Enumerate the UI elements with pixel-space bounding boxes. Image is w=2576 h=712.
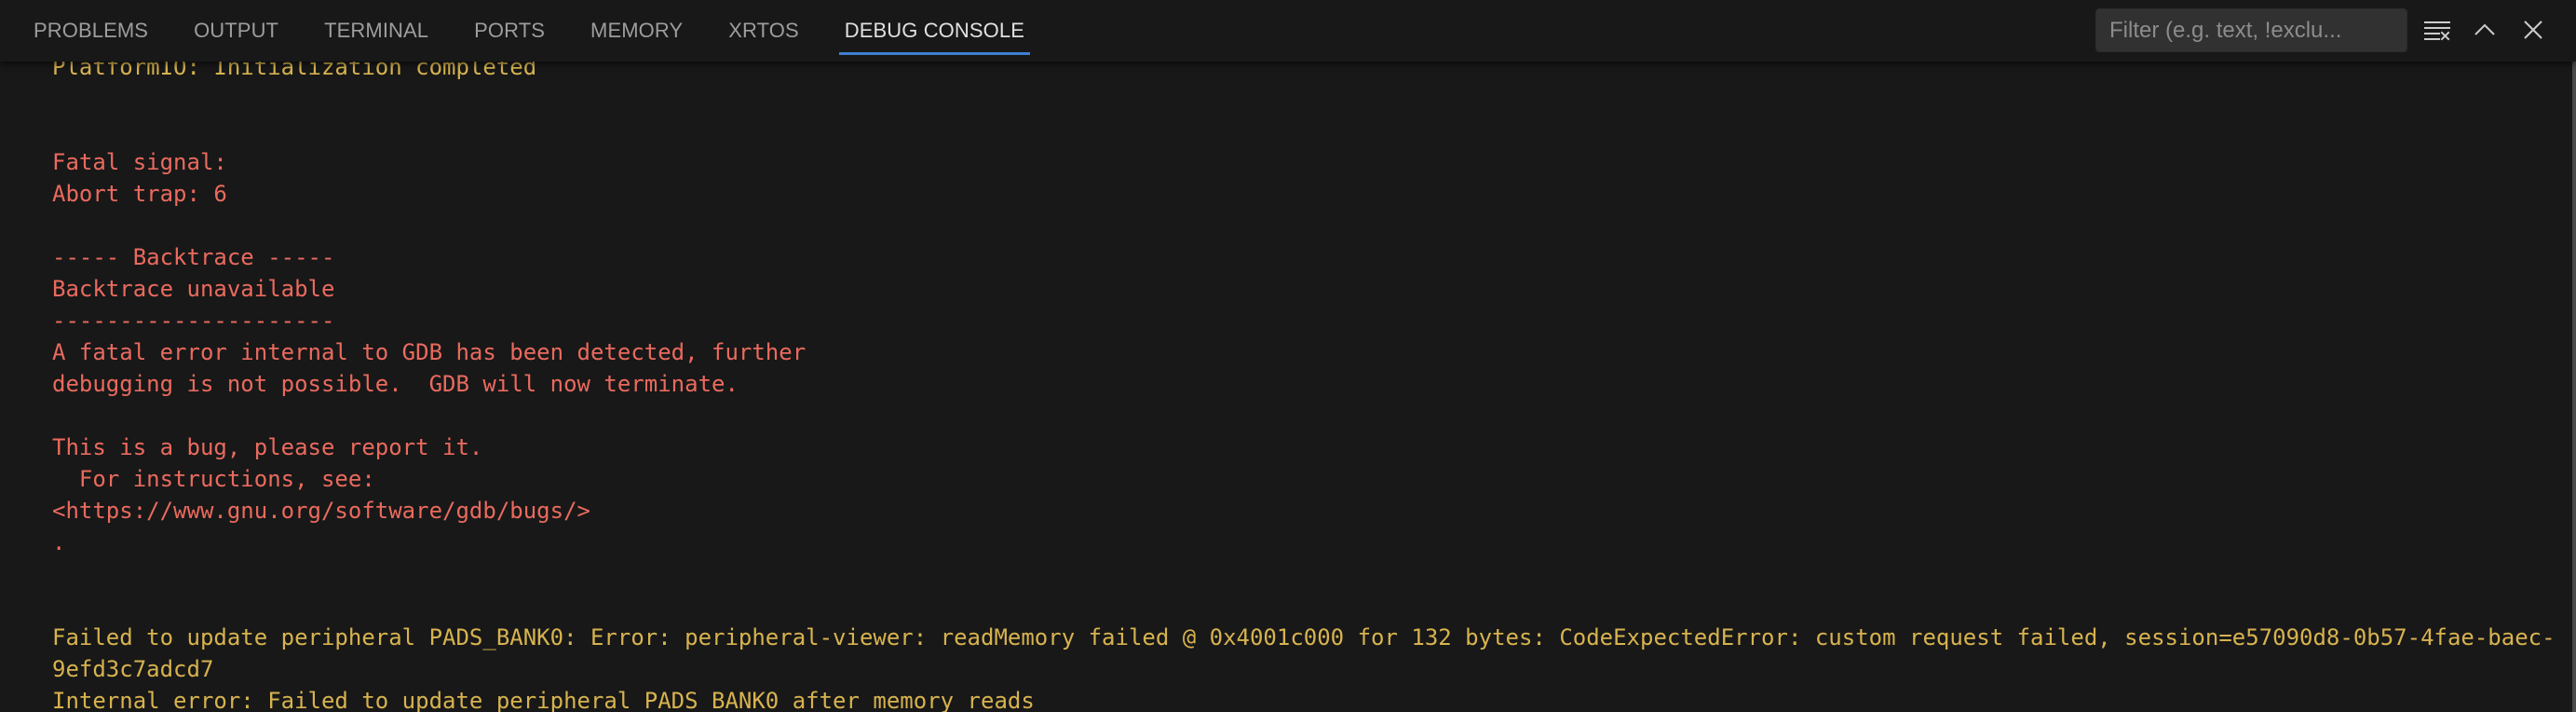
vertical-scrollbar[interactable] [2572, 62, 2576, 712]
tab-output[interactable]: OUTPUT [194, 0, 278, 62]
console-line: Abort trap: 6 [52, 181, 227, 207]
console-line: This is a bug, please report it. [52, 434, 483, 460]
console-line: debugging is not possible. GDB will now … [52, 371, 739, 397]
console-line: . [52, 529, 66, 555]
console-line: ----- Backtrace ----- [52, 244, 335, 270]
tab-ports[interactable]: PORTS [474, 0, 545, 62]
console-line: 9efd3c7adcd7 [52, 656, 214, 682]
console-line: Internal error: Failed to update periphe… [52, 688, 1035, 712]
console-line: Backtrace unavailable [52, 276, 335, 302]
console-line: For instructions, see: [52, 466, 375, 492]
debug-console-output[interactable]: PlatformIO: Initialization completed Fata… [0, 0, 2572, 712]
panel-header: PROBLEMS OUTPUT TERMINAL PORTS MEMORY XR… [0, 0, 2576, 62]
tab-memory[interactable]: MEMORY [590, 0, 683, 62]
tab-problems[interactable]: PROBLEMS [34, 0, 148, 62]
panel-tabs: PROBLEMS OUTPUT TERMINAL PORTS MEMORY XR… [34, 0, 1070, 62]
clear-console-button[interactable] [2420, 13, 2454, 47]
tab-debug-console[interactable]: DEBUG CONSOLE [838, 0, 1031, 62]
close-panel-button[interactable] [2516, 13, 2550, 47]
filter-input[interactable] [2096, 9, 2407, 51]
console-line: --------------------- [52, 308, 335, 334]
filter-box [2095, 8, 2407, 52]
maximize-panel-button[interactable] [2468, 13, 2501, 47]
chevron-up-icon [2474, 23, 2495, 35]
console-line: Fatal signal: [52, 149, 227, 175]
console-line: <https://www.gnu.org/software/gdb/bugs/> [52, 498, 590, 524]
console-line: A fatal error internal to GDB has been d… [52, 339, 807, 365]
close-icon [2524, 21, 2542, 39]
clear-all-icon [2424, 21, 2450, 41]
tab-xrtos[interactable]: XRTOS [728, 0, 799, 62]
console-line: Failed to update peripheral PADS_BANK0: … [52, 624, 2556, 650]
console-lines: PlatformIO: Initialization completed Fata… [52, 51, 2556, 712]
tab-terminal[interactable]: TERMINAL [324, 0, 428, 62]
